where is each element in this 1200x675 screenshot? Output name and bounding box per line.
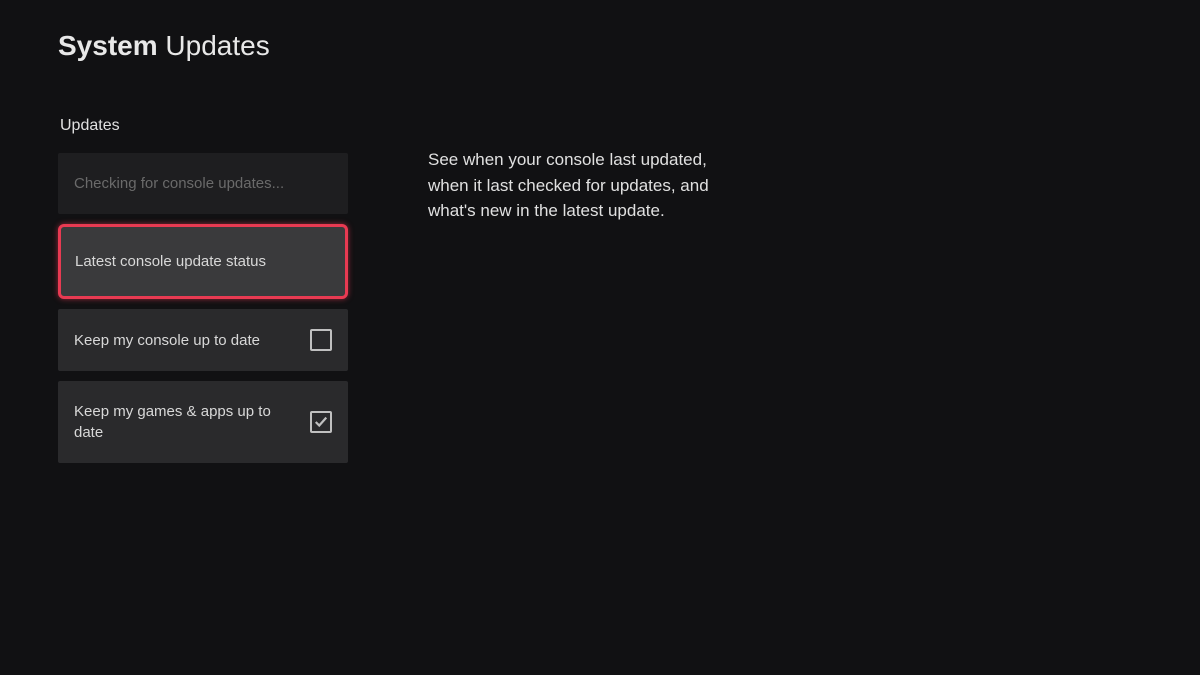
- menu-item-latest-status[interactable]: Latest console update status: [58, 224, 348, 299]
- page-title-rest: Updates: [165, 30, 269, 61]
- description-text: See when your console last updated, when…: [428, 117, 748, 463]
- checkbox-checked-icon[interactable]: [310, 411, 332, 433]
- page-title-bold: System: [58, 30, 158, 61]
- menu-item-keep-games-apps-up-to-date[interactable]: Keep my games & apps up to date: [58, 381, 348, 463]
- menu-list: Checking for console updates... Latest c…: [58, 153, 348, 463]
- section-label: Updates: [58, 117, 348, 135]
- checkbox-unchecked-icon[interactable]: [310, 329, 332, 351]
- menu-item-checking-updates: Checking for console updates...: [58, 153, 348, 214]
- menu-item-label: Checking for console updates...: [74, 173, 332, 194]
- menu-item-label: Keep my games & apps up to date: [74, 401, 310, 443]
- page-title: System Updates: [58, 30, 1142, 62]
- menu-item-label: Latest console update status: [75, 251, 331, 272]
- menu-item-label: Keep my console up to date: [74, 330, 310, 351]
- menu-item-keep-console-up-to-date[interactable]: Keep my console up to date: [58, 309, 348, 371]
